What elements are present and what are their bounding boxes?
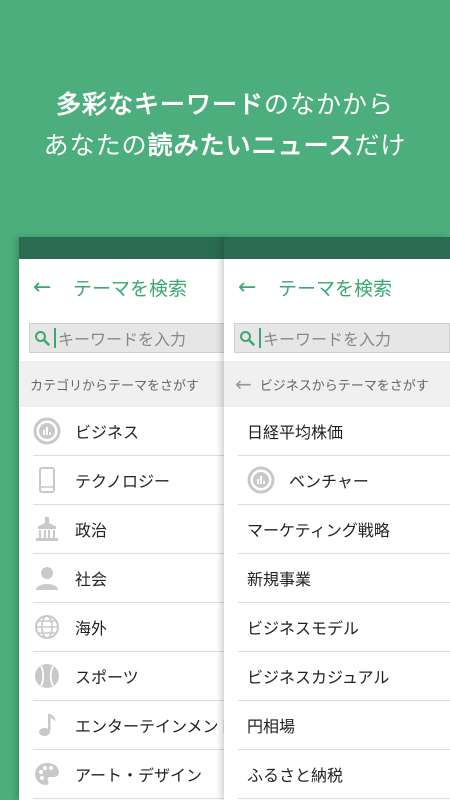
palette-icon xyxy=(33,760,61,788)
list-item[interactable]: 日経平均株価 xyxy=(238,407,450,456)
search-input[interactable]: キーワードを入力 xyxy=(29,323,229,353)
back-arrow-icon[interactable]: ← xyxy=(238,275,278,300)
section-back-arrow-icon[interactable]: ← xyxy=(235,372,252,396)
list-item-label: 円相場 xyxy=(247,717,296,736)
list-item[interactable]: テクノロジー xyxy=(33,456,229,505)
list-item-label: テクノロジー xyxy=(75,472,171,491)
headline-segment: だけ xyxy=(354,131,407,160)
app-bar: ← テーマを検索 xyxy=(19,259,229,315)
list-item[interactable]: マーケティング戦略 xyxy=(238,505,450,554)
subcategory-section-header: ← ビジネスからテーマをさがす xyxy=(224,361,450,407)
theme-search-panel-business: ← テーマを検索 キーワードを入力 ← ビジネスからテーマをさがす 日経平均株価… xyxy=(224,237,450,800)
person-icon xyxy=(33,564,61,592)
headline-segment: 多彩なキーワード xyxy=(55,90,264,119)
search-icon xyxy=(30,330,54,346)
list-item-label: マーケティング戦略 xyxy=(247,521,390,540)
search-placeholder: キーワードを入力 xyxy=(58,330,187,349)
list-item-label: ふるさと納税 xyxy=(247,766,344,785)
status-bar xyxy=(224,237,450,259)
headline-line-1: 多彩なキーワードのなかから xyxy=(0,84,450,125)
music-note-icon xyxy=(33,711,61,739)
list-item[interactable]: エンターテインメント xyxy=(33,701,229,750)
status-bar xyxy=(19,237,229,259)
text-cursor xyxy=(259,328,261,348)
headline-segment: あなたの xyxy=(43,131,148,160)
page-title: テーマを検索 xyxy=(73,277,188,300)
headline-segment: のなかから xyxy=(264,90,395,119)
search-row: キーワードを入力 xyxy=(224,315,450,361)
list-item-label: ビジネスカジュアル xyxy=(247,668,390,687)
headline-line-2: あなたの読みたいニュースだけ xyxy=(0,125,450,166)
page-title: テーマを検索 xyxy=(278,277,393,300)
list-item-label: 海外 xyxy=(75,619,108,638)
list-item[interactable]: スポーツ xyxy=(33,652,229,701)
list-item-label: ビジネスモデル xyxy=(247,619,360,638)
list-item[interactable]: 円相場 xyxy=(238,701,450,750)
search-icon xyxy=(235,330,259,346)
theme-search-panel-categories: ← テーマを検索 キーワードを入力 カテゴリからテーマをさがす ビジネステクノロ… xyxy=(19,237,229,800)
list-item[interactable]: アート・デザイン xyxy=(33,750,229,799)
list-item[interactable]: ビジネスモデル xyxy=(238,603,450,652)
list-item-label: 新規事業 xyxy=(247,570,312,589)
list-item[interactable]: ビジネス xyxy=(33,407,229,456)
list-item-label: 日経平均株価 xyxy=(247,423,344,442)
search-row: キーワードを入力 xyxy=(19,315,229,361)
search-placeholder: キーワードを入力 xyxy=(263,330,392,349)
category-section-header: カテゴリからテーマをさがす xyxy=(19,361,229,407)
category-list: ビジネステクノロジー 政治社会海外スポーツエンターテインメント アート・デザイン xyxy=(19,407,229,799)
section-label: ビジネスからテーマをさがす xyxy=(259,378,429,394)
baseball-icon xyxy=(33,662,61,690)
list-item[interactable]: 政治 xyxy=(33,505,229,554)
list-item-label: ビジネス xyxy=(75,423,140,442)
list-item-label: アート・デザイン xyxy=(75,766,203,785)
search-input[interactable]: キーワードを入力 xyxy=(234,323,450,353)
list-item-label: 政治 xyxy=(75,521,108,540)
list-item[interactable]: 新規事業 xyxy=(238,554,450,603)
list-item-label: 社会 xyxy=(75,570,108,589)
text-cursor xyxy=(54,328,56,348)
list-item-label: スポーツ xyxy=(75,668,139,687)
smartphone-icon xyxy=(33,466,61,494)
list-item[interactable]: ふるさと納税 xyxy=(238,750,450,799)
list-item-label: ベンチャー xyxy=(289,472,369,491)
list-item-label: エンターテインメント xyxy=(75,717,229,736)
globe-icon xyxy=(33,613,61,641)
app-bar: ← テーマを検索 xyxy=(224,259,450,315)
subtheme-list: 日経平均株価ベンチャーマーケティング戦略 新規事業ビジネスモデルビジネスカジュアル… xyxy=(224,407,450,799)
list-item[interactable]: ビジネスカジュアル xyxy=(238,652,450,701)
section-label: カテゴリからテーマをさがす xyxy=(30,378,200,394)
headline-segment: 読みたいニュース xyxy=(147,131,355,160)
parliament-building-icon xyxy=(33,515,61,543)
back-arrow-icon[interactable]: ← xyxy=(33,275,73,300)
promo-headline: 多彩なキーワードのなかから あなたの読みたいニュースだけ xyxy=(0,84,450,166)
business-chart-icon xyxy=(33,417,61,445)
list-item[interactable]: 社会 xyxy=(33,554,229,603)
business-chart-icon xyxy=(247,466,275,494)
list-item[interactable]: 海外 xyxy=(33,603,229,652)
list-item[interactable]: ベンチャー xyxy=(238,456,450,505)
